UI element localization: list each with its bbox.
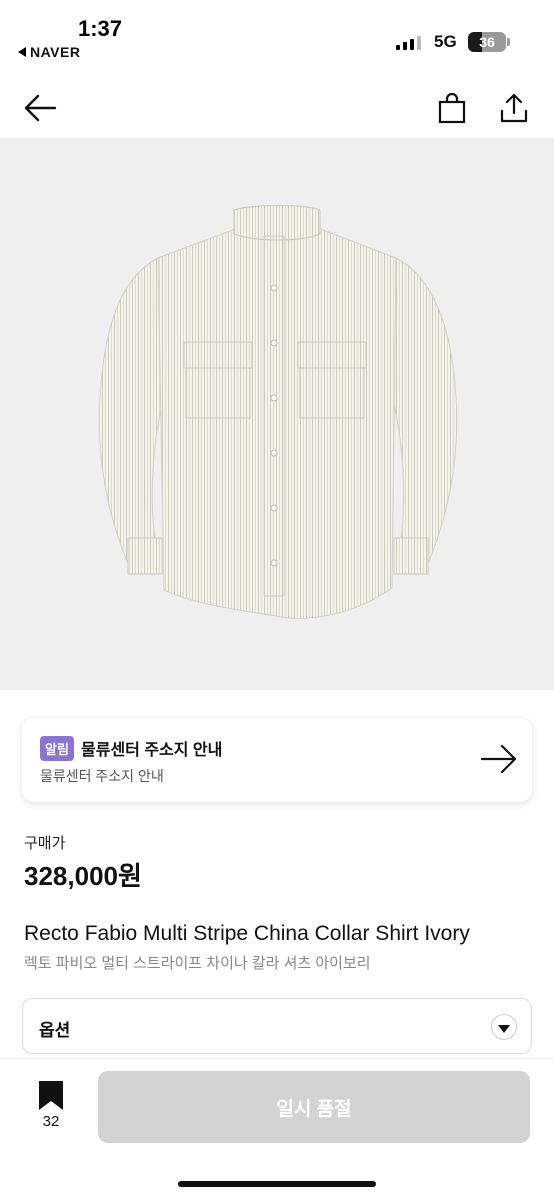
signal-icon <box>396 36 421 50</box>
bottom-action-bar: 32 일시 품절 <box>0 1058 554 1200</box>
battery-level: 36 <box>479 34 495 50</box>
status-bar: 1:37 NAVER 5G 36 <box>0 0 554 72</box>
share-icon <box>500 93 528 123</box>
back-to-app-link[interactable]: NAVER <box>18 44 80 60</box>
bookmark-button[interactable]: 32 <box>30 1081 72 1137</box>
option-select[interactable]: 옵션 <box>22 998 532 1054</box>
shirt-image <box>98 205 458 619</box>
option-label: 옵션 <box>39 1021 71 1040</box>
battery-icon: 36 <box>468 32 506 52</box>
notice-badge: 알림 <box>40 736 74 761</box>
product-image[interactable] <box>0 138 554 690</box>
shopping-bag-icon <box>438 92 466 124</box>
status-time: 1:37 <box>78 16 123 41</box>
product-name-en: Recto Fabio Multi Stripe China Collar Sh… <box>24 922 470 945</box>
back-arrow-icon <box>24 94 57 122</box>
price-label: 구매가 <box>24 835 66 852</box>
sold-out-button[interactable]: 일시 품절 <box>98 1071 530 1143</box>
battery-nub <box>507 38 510 46</box>
bookmark-count: 32 <box>42 1113 60 1130</box>
network-type: 5G <box>434 32 457 51</box>
notice-card[interactable]: 알림 물류센터 주소지 안내 물류센터 주소지 안내 <box>22 718 532 802</box>
notice-title: 물류센터 주소지 안내 <box>81 742 223 759</box>
share-button[interactable] <box>494 88 534 128</box>
bookmark-icon <box>39 1081 63 1110</box>
cart-button[interactable] <box>432 88 472 128</box>
notice-subtitle: 물류센터 주소지 안내 <box>40 768 164 784</box>
product-name-ko: 렉토 파비오 멀티 스트라이프 차이나 칼라 셔츠 아이보리 <box>24 955 371 972</box>
top-nav <box>0 78 554 136</box>
chevron-down-icon <box>491 1014 517 1040</box>
back-triangle-icon <box>18 47 26 57</box>
arrow-right-icon <box>480 744 517 774</box>
back-button[interactable] <box>20 88 60 128</box>
home-indicator <box>178 1181 376 1187</box>
back-app-label: NAVER <box>30 44 81 60</box>
price-value: 328,000원 <box>24 861 142 891</box>
